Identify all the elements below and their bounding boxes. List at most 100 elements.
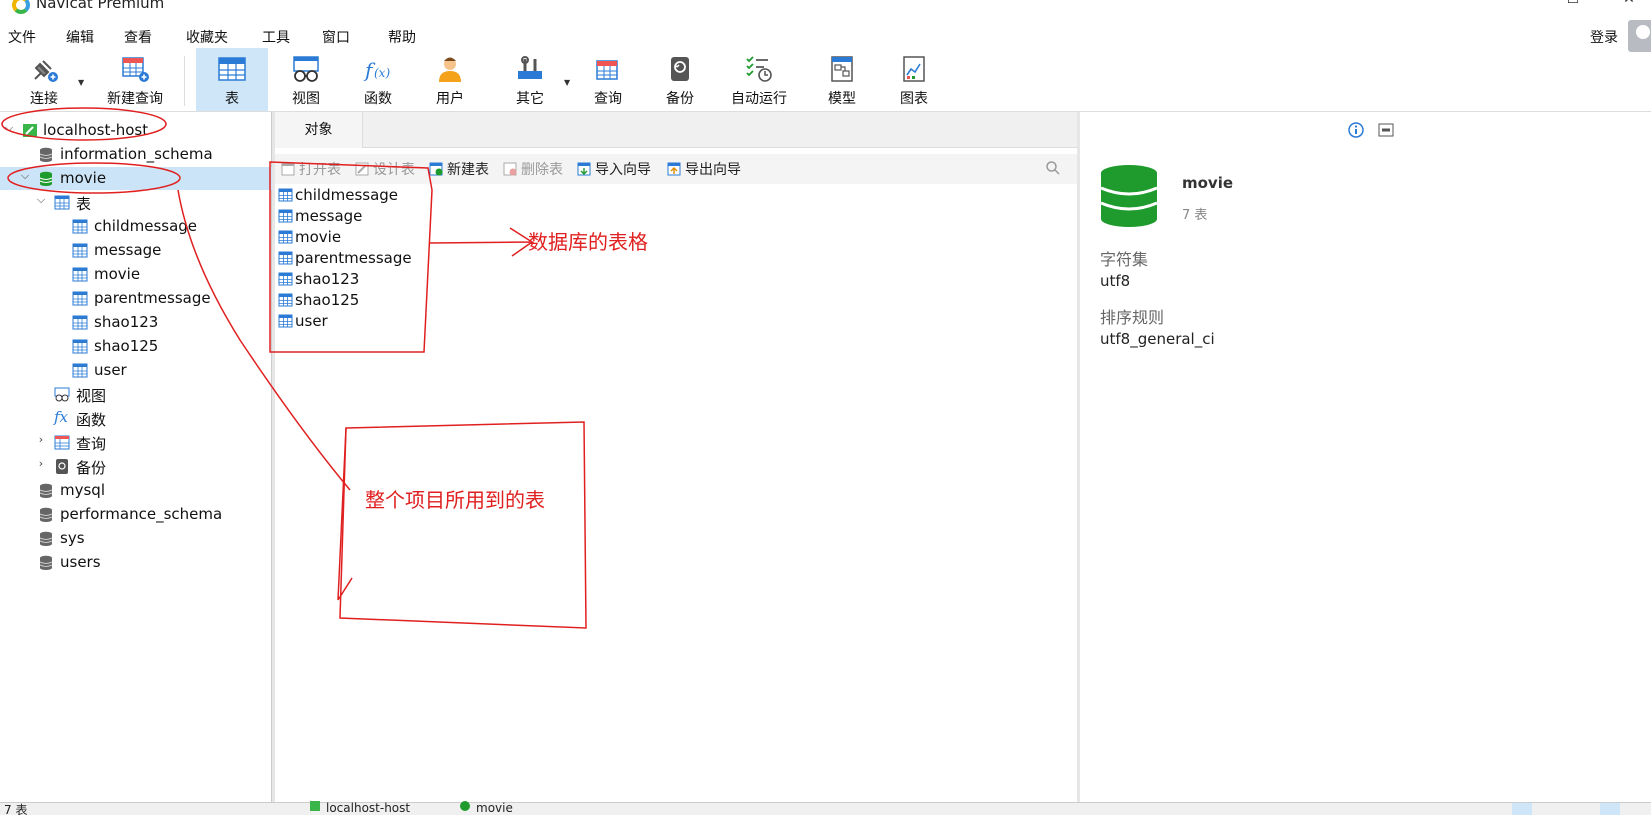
list-view-icon[interactable] [1540, 803, 1560, 815]
title-bar: Navicat Premium — ☐ ✕ [0, 0, 1651, 20]
menu-favorites[interactable]: 收藏夹 [186, 27, 228, 47]
chart-button[interactable]: 图表 [878, 48, 950, 111]
import-wizard-label: 导入向导 [595, 162, 651, 178]
tree-group-tables[interactable]: ⌵ 表 [0, 191, 272, 214]
database-label: users [60, 553, 101, 571]
tree-table-item[interactable]: movie [0, 263, 272, 286]
login-link[interactable]: 登录 [1590, 27, 1618, 47]
tab-objects[interactable]: 对象 [275, 112, 363, 148]
tree-db-item[interactable]: mysql [0, 479, 272, 502]
table-label: movie [94, 265, 141, 283]
connection-tree: ⌵ localhost-host information_schema ⌵ mo… [0, 112, 272, 802]
view-button[interactable]: 视图 [270, 48, 342, 111]
object-toolbar: 打开表 设计表 新建表 删除表 导入向导 导出向导 [275, 154, 1077, 184]
maximize-icon[interactable]: ☐ [1550, 0, 1596, 10]
main-toolbar: 连接 ▼ 新建查询 表 视图 f (x) 函数 用户 其它 ▼ 查询 备份 自动… [0, 48, 1651, 112]
connect-dropdown-icon[interactable]: ▼ [78, 78, 84, 87]
database-icon [1100, 165, 1158, 227]
tree-db-item[interactable]: performance_schema [0, 503, 272, 526]
connection-label: localhost-host [43, 121, 149, 139]
menu-view[interactable]: 查看 [124, 27, 152, 47]
object-list-item[interactable]: message [278, 207, 362, 225]
object-name: parentmessage [295, 249, 412, 267]
chevron-down-icon[interactable]: ⌵ [34, 193, 48, 207]
other-button[interactable]: 其它 [494, 48, 566, 111]
chevron-right-icon[interactable]: › [34, 457, 48, 470]
object-list-item[interactable]: shao125 [278, 291, 359, 309]
tree-db-item[interactable]: sys [0, 527, 272, 550]
object-list-item[interactable]: shao123 [278, 270, 359, 288]
connect-button[interactable]: 连接 [10, 48, 78, 111]
panel-splitter[interactable] [272, 112, 275, 802]
ddl-icon[interactable] [1378, 122, 1394, 138]
user-button[interactable]: 用户 [414, 48, 486, 111]
group-label: 查询 [76, 435, 107, 453]
new-table-button[interactable]: 新建表 [429, 159, 489, 179]
tree-table-item[interactable]: parentmessage [0, 287, 272, 310]
automation-button[interactable]: 自动运行 [716, 48, 802, 111]
connection-icon [23, 124, 37, 137]
tree-db-movie[interactable]: ⌵ movie [0, 167, 272, 190]
object-list-item[interactable]: childmessage [278, 186, 398, 204]
view-label: 视图 [292, 91, 320, 107]
tree-table-item[interactable]: childmessage [0, 215, 272, 238]
search-icon[interactable] [1045, 160, 1061, 176]
chevron-down-icon[interactable]: ⌵ [18, 169, 32, 183]
group-label: 函数 [76, 411, 107, 429]
other-label: 其它 [516, 91, 544, 107]
collation-label: 排序规则 [1100, 308, 1165, 327]
tree-table-item[interactable]: shao123 [0, 311, 272, 334]
grid-view-icon[interactable] [1512, 803, 1532, 815]
info-pane-toggle-icon[interactable] [1600, 803, 1620, 815]
info-icon[interactable] [1348, 122, 1364, 138]
connection-icon [310, 801, 320, 811]
close-icon[interactable]: ✕ [1606, 0, 1651, 10]
import-wizard-button[interactable]: 导入向导 [577, 159, 651, 179]
tree-group-views[interactable]: 视图 [0, 383, 272, 406]
tree-db-information-schema[interactable]: information_schema [0, 143, 272, 166]
menu-tools[interactable]: 工具 [262, 27, 290, 47]
table-label: message [94, 241, 162, 259]
chart-label: 图表 [900, 91, 928, 107]
tree-group-functions[interactable]: fx 函数 [0, 407, 272, 430]
object-list-item[interactable]: movie [278, 228, 341, 246]
open-table-button[interactable]: 打开表 [281, 159, 341, 179]
navicat-logo-icon [12, 0, 30, 14]
menu-window[interactable]: 窗口 [322, 27, 350, 47]
query-button[interactable]: 查询 [572, 48, 644, 111]
minimize-icon[interactable]: — [1490, 0, 1536, 10]
annotation-text-tables: 数据库的表格 [528, 230, 648, 254]
tree-group-queries[interactable]: › 查询 [0, 431, 272, 454]
export-wizard-button[interactable]: 导出向导 [667, 159, 741, 179]
tree-table-item[interactable]: user [0, 359, 272, 382]
object-list-item[interactable]: user [278, 312, 328, 330]
chevron-right-icon[interactable]: › [34, 433, 48, 446]
function-button[interactable]: f (x) 函数 [342, 48, 414, 111]
query-label: 查询 [594, 91, 622, 107]
database-icon [39, 507, 53, 522]
other-dropdown-icon[interactable]: ▼ [564, 78, 570, 87]
tree-connection[interactable]: ⌵ localhost-host [0, 119, 272, 142]
table-button[interactable]: 表 [196, 48, 268, 111]
tree-group-backups[interactable]: › 备份 [0, 455, 272, 478]
design-table-button[interactable]: 设计表 [355, 159, 415, 179]
menu-edit[interactable]: 编辑 [66, 27, 94, 47]
delete-table-button[interactable]: 删除表 [503, 159, 563, 179]
delete-table-icon [503, 162, 517, 176]
database-icon [39, 147, 53, 162]
table-icon [278, 188, 293, 202]
object-list-item[interactable]: parentmessage [278, 249, 412, 267]
new-query-button[interactable]: 新建查询 [88, 48, 182, 111]
backup-button[interactable]: 备份 [644, 48, 716, 111]
table-icon [72, 219, 88, 234]
tree-table-item[interactable]: shao125 [0, 335, 272, 358]
menu-help[interactable]: 帮助 [388, 27, 416, 47]
tree-db-item[interactable]: users [0, 551, 272, 574]
chevron-down-icon[interactable]: ⌵ [2, 121, 16, 135]
model-button[interactable]: 模型 [806, 48, 878, 111]
status-count: 7 表 [4, 803, 28, 815]
tree-table-item[interactable]: message [0, 239, 272, 262]
delete-table-label: 删除表 [521, 162, 563, 178]
menu-file[interactable]: 文件 [8, 27, 36, 47]
detail-view-icon[interactable] [1568, 803, 1588, 815]
